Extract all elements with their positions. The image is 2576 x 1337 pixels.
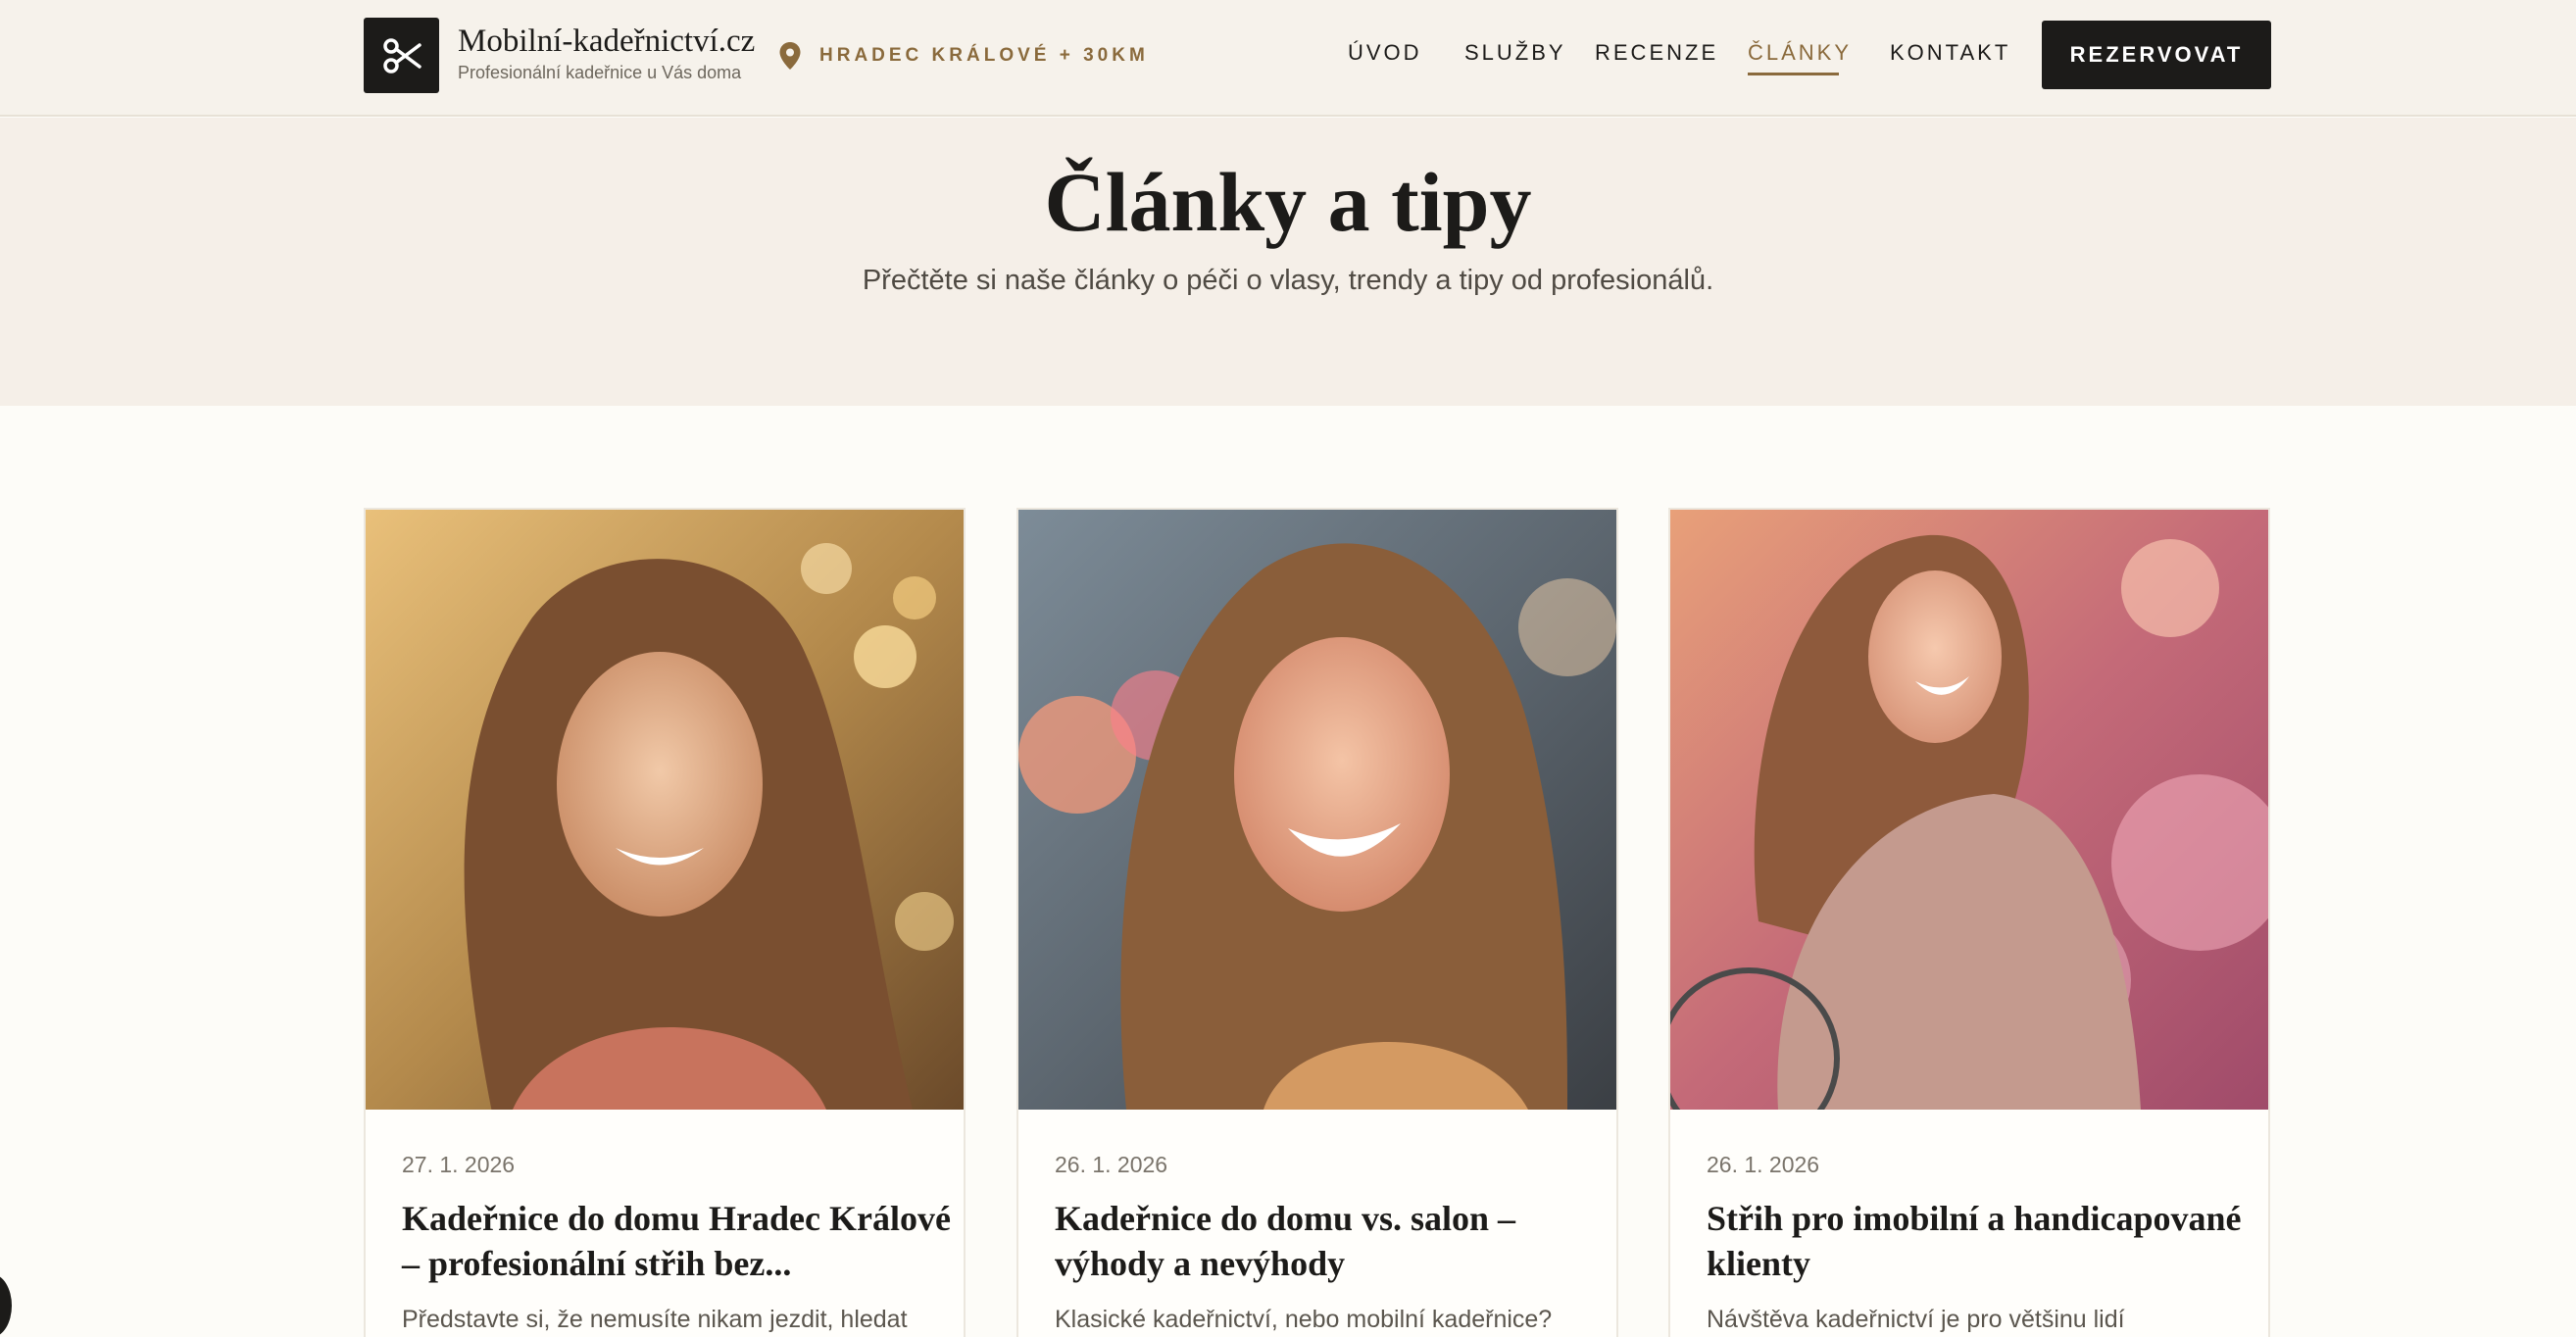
brand-tagline: Profesionální kadeřnice u Vás doma: [458, 63, 742, 82]
reserve-button[interactable]: REZERVOVAT: [2042, 21, 2271, 89]
article-title[interactable]: Střih pro imobilní a handicapované klien…: [1707, 1196, 2255, 1286]
article-card[interactable]: 26. 1. 2026 Střih pro imobilní a handica…: [1668, 508, 2270, 1337]
page-subtitle: Přečtěte si naše články o péči o vlasy, …: [862, 265, 1714, 296]
site-header: Mobilní-kadeřnictví.cz Profesionální kad…: [0, 0, 2576, 117]
nav-sluzby[interactable]: SLUŽBY: [1464, 40, 1566, 66]
article-date: 26. 1. 2026: [1055, 1152, 1168, 1177]
service-area: HRADEC KRÁLOVÉ + 30KM: [819, 45, 1149, 66]
floating-widget-button[interactable]: [0, 1274, 12, 1337]
nav-clanky[interactable]: ČLÁNKY: [1748, 40, 1852, 66]
brand-name[interactable]: Mobilní-kadeřnictví.cz: [458, 24, 755, 60]
article-card[interactable]: 26. 1. 2026 Kadeřnice do domu vs. salon …: [1016, 508, 1618, 1337]
nav-recenze[interactable]: RECENZE: [1595, 40, 1718, 66]
article-title[interactable]: Kadeřnice do domu Hradec Králové – profe…: [402, 1196, 951, 1286]
article-date: 27. 1. 2026: [402, 1152, 516, 1177]
article-image[interactable]: [366, 510, 964, 1110]
article-excerpt: Představte si, že nemusíte nikam jezdit,…: [402, 1306, 908, 1333]
article-image[interactable]: [1670, 510, 2268, 1110]
article-card[interactable]: 27. 1. 2026 Kadeřnice do domu Hradec Krá…: [364, 508, 966, 1337]
nav-uvod[interactable]: ÚVOD: [1348, 40, 1422, 66]
location-pin-icon: [779, 42, 801, 70]
article-date: 26. 1. 2026: [1707, 1152, 1820, 1177]
article-image[interactable]: [1018, 510, 1616, 1110]
article-excerpt: Návštěva kadeřnictví je pro většinu lidí: [1707, 1306, 2125, 1333]
article-title[interactable]: Kadeřnice do domu vs. salon – výhody a n…: [1055, 1196, 1604, 1286]
scissors-icon: [382, 37, 421, 74]
article-excerpt: Klasické kadeřnictví, nebo mobilní kadeř…: [1055, 1306, 1553, 1333]
page-title: Články a tipy: [1044, 155, 1532, 249]
page-hero: Články a tipy Přečtěte si naše články o …: [0, 118, 2576, 406]
logo[interactable]: [364, 18, 439, 93]
nav-kontakt[interactable]: KONTAKT: [1890, 40, 2010, 66]
nav-active-underline: [1748, 73, 1839, 75]
